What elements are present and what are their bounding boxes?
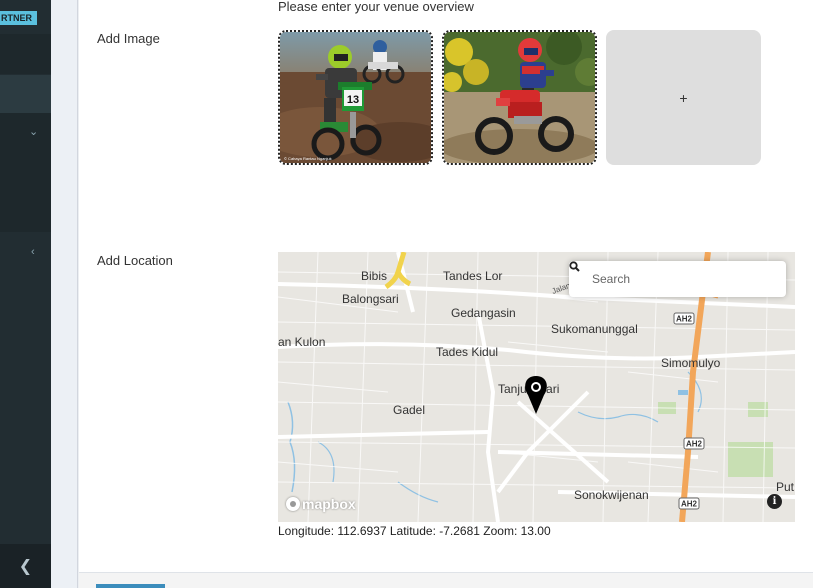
mapbox-logo[interactable]: mapbox — [286, 496, 356, 512]
mapbox-logo-icon — [286, 497, 300, 511]
map-label: Simomulyo — [661, 356, 721, 370]
map-label: an Kulon — [278, 335, 325, 349]
motocross-photo-red — [444, 32, 595, 163]
content-gutter — [51, 0, 78, 588]
chevron-left-small-icon[interactable]: ‹ — [31, 247, 35, 258]
chevron-down-icon: ⌄ — [29, 126, 39, 138]
map-label: Gedangasin — [451, 306, 516, 320]
sidebar-item-active[interactable] — [0, 75, 51, 113]
road-shield: AH2 — [676, 315, 693, 324]
number-plate: 13 — [347, 94, 359, 106]
road-shield: AH2 — [681, 500, 698, 509]
info-icon[interactable]: i — [767, 494, 782, 509]
sidebar-item[interactable] — [0, 34, 51, 74]
add-image-button[interactable]: + — [606, 30, 761, 165]
venue-image-1[interactable]: 13 © Cahaya Rantau Nganjuk — [278, 30, 433, 165]
submit-button[interactable] — [96, 584, 165, 588]
add-location-label: Add Location — [97, 253, 173, 268]
form-footer — [79, 572, 813, 588]
chevron-left-icon: ❮ — [18, 558, 33, 575]
map-label: Bibis — [361, 269, 387, 283]
map-label: Tandes Lor — [443, 269, 502, 283]
map-label: Gadel — [393, 403, 425, 417]
sidebar: RTNER ⌄ ‹ ❮ — [0, 0, 51, 588]
map-label: Sonokwijenan — [574, 488, 649, 502]
map-coordinates: Longitude: 112.6937 Latitude: -7.2681 Zo… — [278, 524, 551, 538]
sidebar-collapse-button[interactable]: ❮ — [0, 544, 51, 588]
photo-credit: © Cahaya Rantau Nganjuk — [284, 156, 332, 161]
map-label: Put — [776, 480, 795, 494]
mapbox-wordmark: mapbox — [302, 496, 356, 512]
map-label: Tades Kidul — [436, 345, 498, 359]
map-search-box[interactable] — [569, 261, 786, 297]
partner-badge: RTNER — [0, 11, 37, 25]
add-image-label: Add Image — [97, 31, 160, 46]
map-label: Balongsari — [342, 292, 399, 306]
motocross-photo-green: 13 © Cahaya Rantau Nganjuk — [280, 32, 431, 163]
venue-image-2[interactable] — [442, 30, 597, 165]
location-map[interactable]: AH2 AH2 AH2 Bibis Tandes Lor Balongsari … — [278, 252, 795, 522]
map-search-input[interactable] — [592, 272, 762, 286]
search-icon — [569, 261, 580, 272]
sidebar-submenu[interactable]: ⌄ — [0, 113, 51, 232]
overview-hint: Please enter your venue overview — [278, 0, 474, 14]
road-shield: AH2 — [686, 440, 703, 449]
map-label: Sukomanunggal — [551, 322, 638, 336]
